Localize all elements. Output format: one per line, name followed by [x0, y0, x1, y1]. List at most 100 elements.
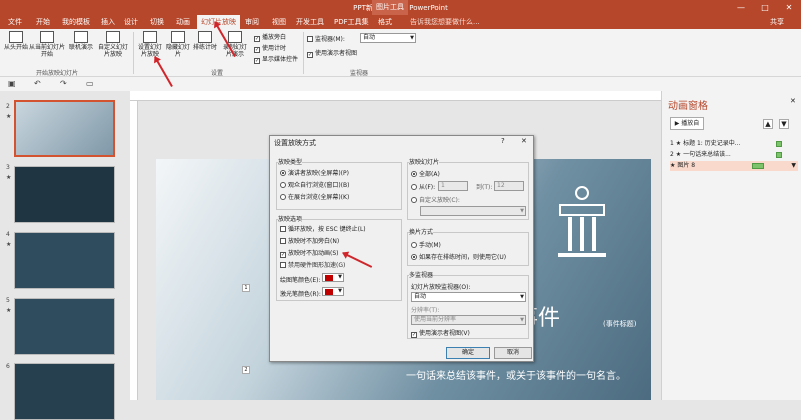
save-icon[interactable]: ▣ — [8, 79, 16, 88]
group-title: 放映幻灯片 — [409, 157, 440, 166]
radio-from-slide[interactable]: 从(F): — [411, 182, 435, 191]
radio-use-timings[interactable]: 如果存在排练时间，则使用它(U) — [411, 252, 506, 261]
undo-icon[interactable]: ↶ — [34, 79, 41, 88]
title-bar: PPT新建2.pptx - PowerPoint 图片工具 — □ ✕ — [0, 0, 801, 15]
radio-all-slides[interactable]: 全部(A) — [411, 169, 440, 178]
rehearse-timings-button[interactable]: 排练计时 — [192, 31, 218, 51]
tab-animations[interactable]: 动画 — [176, 17, 190, 27]
no-narration-checkbox[interactable]: 放映时不加旁白(N) — [280, 236, 339, 245]
group-title: 多监视器 — [409, 270, 434, 279]
show-media-controls-checkbox[interactable]: ✓ 显示媒体控件 — [254, 54, 298, 64]
thumb-slide-4[interactable] — [14, 232, 115, 289]
slideshow-icon — [9, 31, 23, 43]
tab-design[interactable]: 设计 — [124, 17, 138, 27]
redo-icon[interactable]: ↷ — [60, 79, 67, 88]
presenter-view-checkbox[interactable]: ✓ 使用演示者视图 — [307, 48, 357, 58]
ribbon-separator — [303, 32, 304, 74]
close-button[interactable]: ✕ — [777, 0, 801, 15]
tab-templates[interactable]: 我的模板 — [62, 17, 90, 27]
help-icon[interactable]: ? — [501, 137, 505, 145]
thumb-number: 2 — [6, 103, 10, 110]
radio-manual[interactable]: 手动(M) — [411, 240, 441, 249]
thumb-slide-2[interactable] — [14, 100, 115, 157]
use-timings-checkbox[interactable]: ✓ 使用计时 — [254, 43, 286, 53]
move-up-icon[interactable]: ▲ — [763, 119, 773, 129]
loop-checkbox[interactable]: 循环放映，按 ESC 键终止(L) — [280, 224, 366, 233]
laser-color-label: 激光笔颜色(R): — [280, 291, 321, 298]
close-icon[interactable]: ✕ — [790, 97, 796, 105]
monitor-dropdown[interactable]: 自动 ▼ — [411, 292, 526, 302]
tab-insert[interactable]: 插入 — [101, 17, 115, 27]
horizontal-ruler — [130, 91, 661, 101]
radio-browsed-window[interactable]: 观众自行浏览(窗口)(B) — [280, 180, 349, 189]
presenter-view-checkbox[interactable]: ✓ 使用演示者视图(V) — [411, 328, 470, 338]
laser-color-picker[interactable]: ▼ — [322, 287, 344, 296]
to-slide-input[interactable]: 12 — [494, 181, 524, 191]
setup-slideshow-button[interactable]: 设置幻灯片放映 — [136, 31, 164, 58]
chevron-down-icon[interactable]: ▼ — [791, 161, 796, 171]
star-icon: ★ — [675, 140, 682, 147]
thumb-slide-5[interactable] — [14, 298, 115, 355]
slide-subtitle[interactable]: 一句话来总结该事件，或关于该事件的一句名言。 — [406, 367, 626, 382]
ok-button[interactable]: 确定 — [446, 347, 490, 359]
no-animation-checkbox[interactable]: ✓ 放映时不加动画(S) — [280, 248, 339, 258]
disable-hw-accel-checkbox[interactable]: 禁用硬件图形加速(G) — [280, 260, 345, 269]
pen-color-label: 绘图笔颜色(E): — [280, 277, 321, 284]
present-icon[interactable]: ▭ — [86, 79, 94, 88]
ribbon-separator — [133, 32, 134, 74]
resolution-dropdown[interactable]: 使用当前分辨率 ▼ — [411, 315, 526, 325]
custom-show-dropdown[interactable]: ▼ — [420, 206, 526, 216]
pane-title: 动画窗格 — [668, 101, 708, 112]
monitor-dropdown[interactable]: 自动 ▼ — [360, 33, 416, 43]
tab-format[interactable]: 格式 — [378, 17, 392, 27]
tab-review[interactable]: 审阅 — [245, 17, 259, 27]
from-beginning-button[interactable]: 从头开始 — [3, 31, 29, 51]
group-title: 放映类型 — [278, 157, 303, 166]
move-down-icon[interactable]: ▼ — [779, 119, 789, 129]
tab-file[interactable]: 文件 — [8, 17, 22, 27]
present-online-button[interactable]: 联机演示 — [67, 31, 95, 51]
radio-kiosk[interactable]: 在展台浏览(全屏幕)(K) — [280, 192, 349, 201]
thumb-number: 5 — [6, 297, 10, 304]
tab-home[interactable]: 开始 — [36, 17, 50, 27]
from-slide-input[interactable]: 1 — [438, 181, 468, 191]
thumb-slide-3[interactable] — [14, 166, 115, 223]
animation-marker[interactable]: 2 — [242, 366, 250, 374]
tell-me-search[interactable]: 告诉我您想要做什么... — [410, 17, 480, 27]
restore-button[interactable]: □ — [753, 0, 777, 15]
online-icon — [74, 31, 88, 43]
animation-item-selected[interactable]: ★ 图片 8 ▼ — [670, 161, 798, 171]
ribbon: 从头开始 从当前幻灯片开始 联机演示 自定义幻灯片放映 开始放映幻灯片 设置幻灯… — [0, 29, 801, 77]
from-current-button[interactable]: 从当前幻灯片开始 — [29, 31, 65, 58]
share-button[interactable]: 共享 — [770, 17, 784, 27]
group-label-start: 开始放映幻灯片 — [36, 70, 79, 77]
ribbon-tabs: 文件 开始 我的模板 插入 设计 切换 动画 幻灯片放映 审阅 视图 开发工具 … — [0, 15, 801, 29]
custom-show-button[interactable]: 自定义幻灯片放映 — [97, 31, 129, 58]
timer-icon — [198, 31, 212, 43]
minimize-button[interactable]: — — [729, 0, 753, 15]
animation-item[interactable]: 2 ★ 一句话来总结该... — [670, 150, 798, 160]
thumb-slide-6[interactable] — [14, 363, 115, 420]
group-title: 放映选项 — [278, 214, 303, 223]
tab-pdf-tools[interactable]: PDF工具集 — [334, 17, 369, 27]
monitor-icon — [307, 36, 313, 42]
play-narrations-checkbox[interactable]: ✓ 播放旁白 — [254, 32, 286, 42]
pen-color-picker[interactable]: ▼ — [322, 273, 344, 282]
star-icon: ★ — [6, 241, 12, 248]
chevron-down-icon: ▼ — [520, 208, 524, 214]
close-icon[interactable]: ✕ — [521, 137, 527, 145]
custom-show-icon — [106, 31, 120, 43]
radio-custom-show[interactable]: 自定义放映(C): — [411, 195, 460, 204]
tab-transitions[interactable]: 切换 — [150, 17, 164, 27]
animation-item[interactable]: 1 ★ 标题 1: 历史记录中... — [670, 139, 798, 149]
tab-developer[interactable]: 开发工具 — [296, 17, 324, 27]
hide-slide-button[interactable]: 隐藏幻灯片 — [165, 31, 191, 58]
animation-marker[interactable]: 1 — [242, 284, 250, 292]
star-icon: ★ — [675, 151, 682, 158]
tab-view[interactable]: 视图 — [272, 17, 286, 27]
play-from-button[interactable]: ▶ 播放自 — [670, 117, 704, 130]
radio-presenter[interactable]: 演讲者放映(全屏幕)(P) — [280, 168, 349, 177]
chevron-down-icon: ▼ — [338, 288, 342, 294]
cancel-button[interactable]: 取消 — [494, 347, 532, 359]
to-label: 到(T): — [476, 184, 493, 191]
